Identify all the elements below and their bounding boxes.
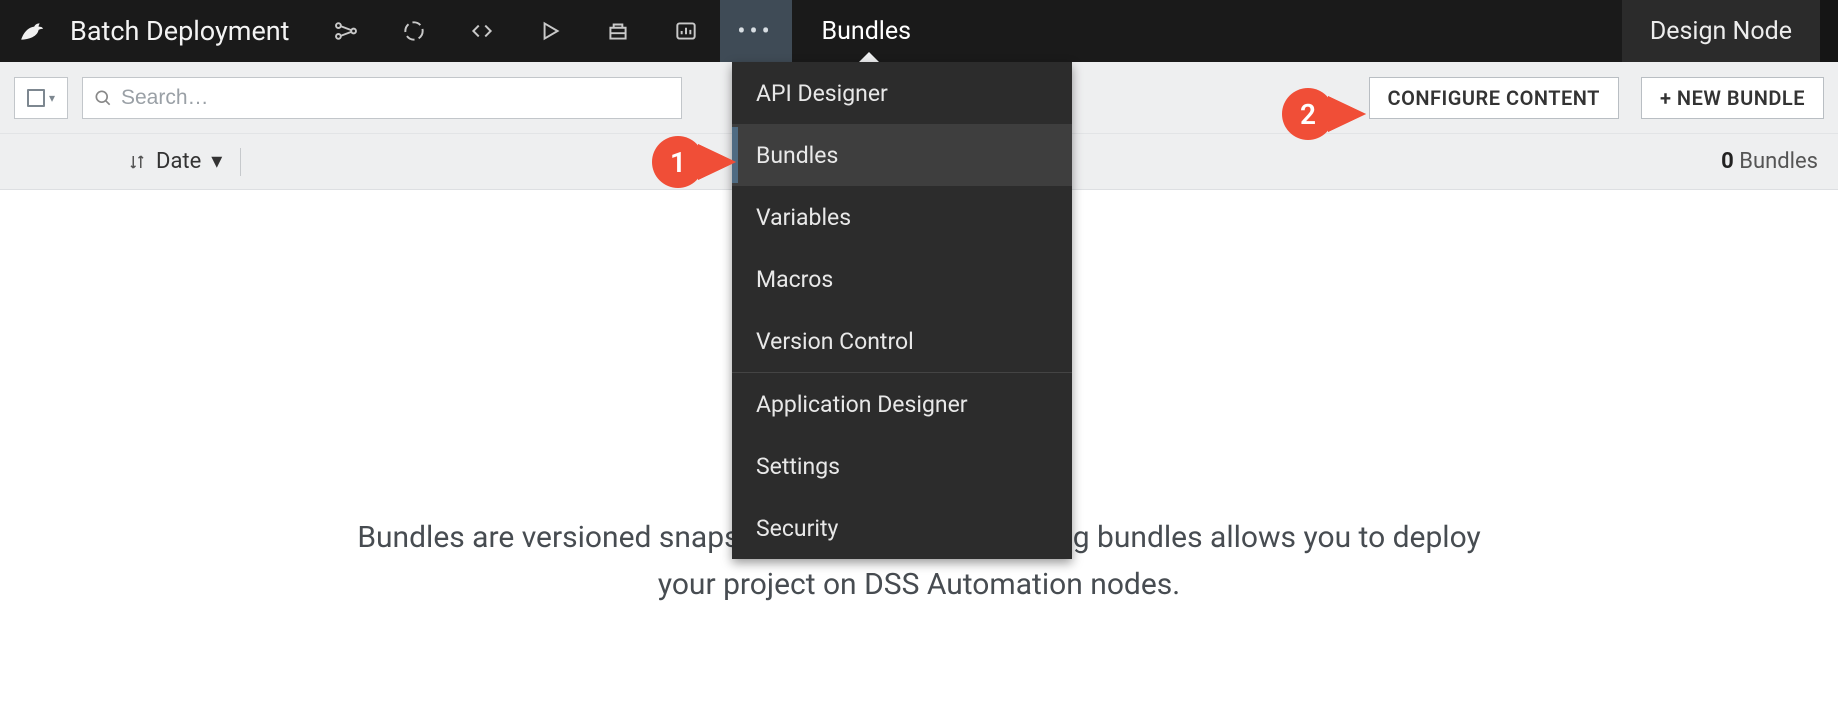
app-logo[interactable] bbox=[0, 0, 62, 62]
new-bundle-button[interactable]: + NEW BUNDLE bbox=[1641, 77, 1824, 119]
nav-icon-group bbox=[312, 0, 720, 62]
nav-flow-button[interactable] bbox=[312, 0, 380, 62]
nav-automation-button[interactable] bbox=[584, 0, 652, 62]
nav-dashboard-button[interactable] bbox=[652, 0, 720, 62]
more-dropdown-menu: API DesignerBundlesVariablesMacrosVersio… bbox=[732, 62, 1072, 559]
nav-lifecycle-button[interactable] bbox=[380, 0, 448, 62]
menu-item-bundles[interactable]: Bundles bbox=[732, 124, 1072, 186]
bundle-count-number: 0 bbox=[1721, 149, 1734, 174]
search-field-wrap bbox=[82, 77, 682, 119]
nav-run-button[interactable] bbox=[516, 0, 584, 62]
topbar-spacer bbox=[947, 0, 1622, 62]
bundle-count-label: Bundles bbox=[1739, 149, 1818, 174]
lifecycle-icon bbox=[401, 18, 427, 44]
play-icon bbox=[537, 18, 563, 44]
code-icon bbox=[469, 18, 495, 44]
search-input[interactable] bbox=[121, 86, 671, 110]
nav-code-button[interactable] bbox=[448, 0, 516, 62]
automation-icon bbox=[605, 18, 631, 44]
menu-item-api-designer[interactable]: API Designer bbox=[732, 62, 1072, 124]
bundle-count: 0 Bundles bbox=[1721, 149, 1818, 174]
checkbox-icon bbox=[27, 89, 45, 107]
project-title[interactable]: Batch Deployment bbox=[62, 0, 312, 62]
sortbar-divider bbox=[240, 148, 241, 176]
sort-field-label: Date bbox=[156, 149, 201, 174]
menu-item-version-control[interactable]: Version Control bbox=[732, 310, 1072, 372]
current-section-label[interactable]: Bundles bbox=[792, 0, 948, 62]
menu-item-application-designer[interactable]: Application Designer bbox=[732, 373, 1072, 435]
menu-item-variables[interactable]: Variables bbox=[732, 186, 1072, 248]
empty-body-line2: your project on DSS Automation nodes. bbox=[658, 567, 1180, 602]
dashboard-icon bbox=[673, 18, 699, 44]
search-icon bbox=[93, 88, 113, 108]
design-node-badge[interactable]: Design Node bbox=[1622, 0, 1820, 62]
menu-active-indicator bbox=[732, 127, 738, 183]
top-bar: Batch Deployment ••• Bundles Design Node bbox=[0, 0, 1838, 62]
menu-item-macros[interactable]: Macros bbox=[732, 248, 1072, 310]
chevron-down-icon: ▾ bbox=[211, 149, 222, 174]
sort-icon bbox=[128, 153, 146, 171]
bird-icon bbox=[18, 18, 44, 44]
chevron-down-icon: ▾ bbox=[49, 91, 55, 105]
menu-item-security[interactable]: Security bbox=[732, 497, 1072, 559]
flow-icon bbox=[333, 18, 359, 44]
more-menu-button[interactable]: ••• bbox=[720, 0, 792, 62]
menu-item-settings[interactable]: Settings bbox=[732, 435, 1072, 497]
select-all-checkbox[interactable]: ▾ bbox=[14, 77, 68, 119]
sort-control[interactable]: Date ▾ bbox=[128, 149, 222, 174]
topbar-right-gap bbox=[1820, 0, 1838, 62]
configure-content-button[interactable]: CONFIGURE CONTENT bbox=[1369, 77, 1619, 119]
